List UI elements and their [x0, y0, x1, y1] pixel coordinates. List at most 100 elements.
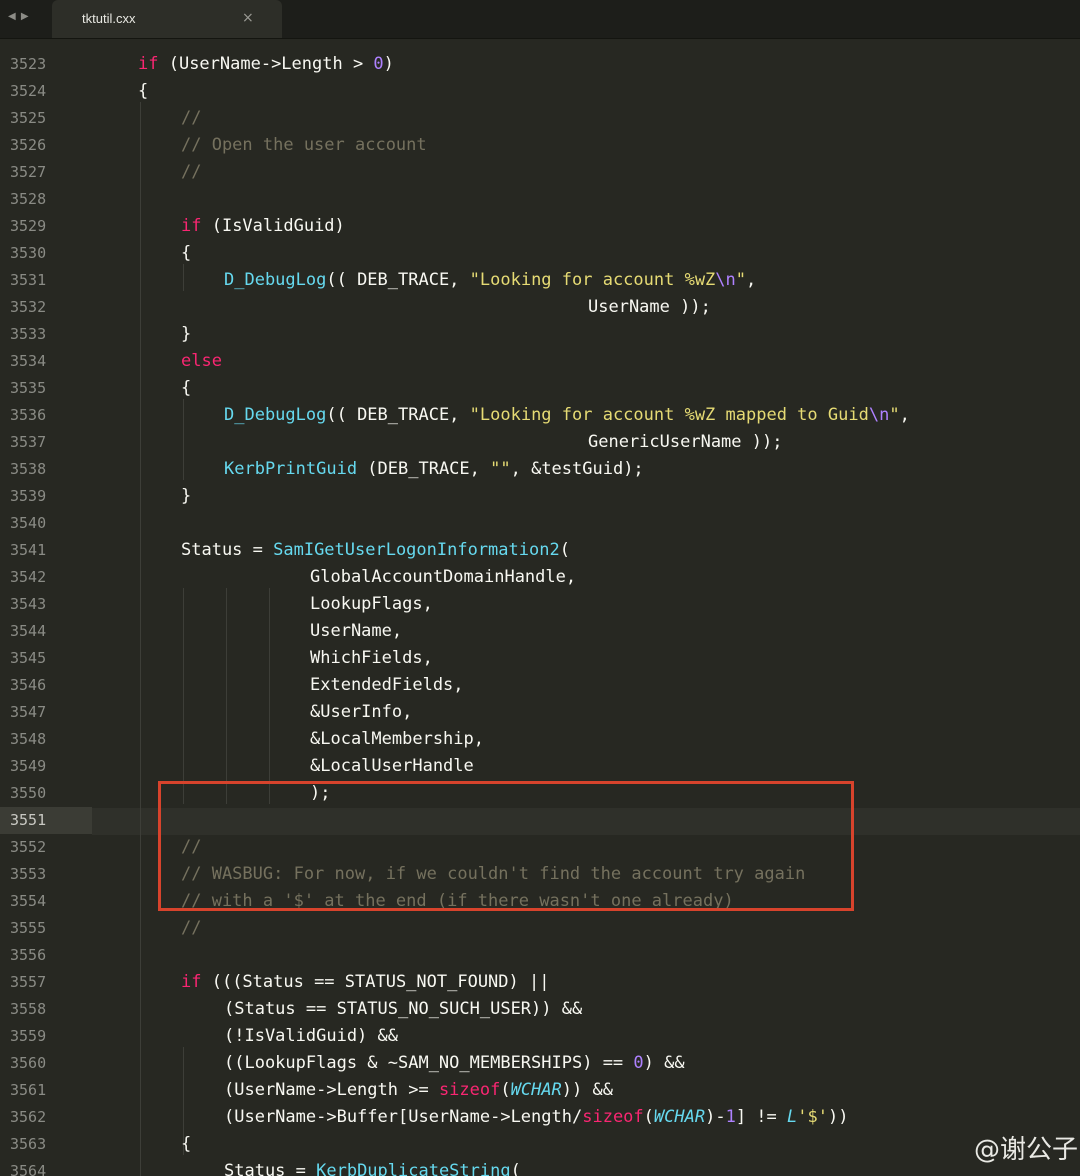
- code-text: , &testGuid);: [510, 459, 644, 479]
- line-number: 3536: [10, 406, 47, 424]
- function-name: D_DebugLog: [224, 405, 327, 425]
- code-line-3529: if (IsValidGuid): [181, 213, 345, 240]
- code-line-3549: &LocalUserHandle: [310, 756, 474, 776]
- code-line-3559: (!IsValidGuid) &&: [224, 1026, 398, 1046]
- line-number: 3535: [10, 379, 47, 397]
- line-number: 3553: [10, 865, 47, 883]
- function-name: SamIGetUserLogonInformation2: [273, 540, 560, 560]
- number-literal: 0: [633, 1053, 644, 1073]
- line-number: 3538: [10, 460, 47, 478]
- code-line-3561: (UserName->Length >= sizeof(WCHAR)) &&: [224, 1077, 613, 1104]
- line-number: 3552: [10, 838, 47, 856]
- code-line-3560: ((LookupFlags & ~SAM_NO_MEMBERSHIPS) == …: [224, 1050, 685, 1077]
- tab-tktutil[interactable]: tktutil.cxx ×: [52, 0, 282, 38]
- code-text: ,: [746, 270, 757, 290]
- code-line-3539: }: [181, 486, 192, 506]
- code-line-3524: {: [138, 78, 148, 105]
- code-line-3541: Status = SamIGetUserLogonInformation2(: [181, 537, 570, 564]
- function-name: KerbPrintGuid: [224, 459, 358, 479]
- string-literal: "Looking for account %wZ mapped to Guid: [469, 405, 869, 425]
- code-text: ((LookupFlags & ~SAM_NO_MEMBERSHIPS) ==: [224, 1053, 634, 1073]
- code-line-3545: WhichFields,: [310, 648, 433, 668]
- line-number: 3530: [10, 244, 47, 262]
- line-number: 3534: [10, 352, 47, 370]
- code-line-3564: Status = KerbDuplicateString(: [224, 1158, 521, 1176]
- code-text: (UserName->Length >: [158, 54, 374, 74]
- escape-sequence: \n: [868, 405, 890, 425]
- line-number: 3543: [10, 595, 47, 613]
- string-literal: ": [889, 405, 900, 425]
- code-line-3530: {: [181, 243, 192, 263]
- code-text: Status =: [181, 540, 274, 560]
- brace: {: [138, 81, 149, 101]
- line-number: 3558: [10, 1000, 47, 1018]
- keyword: sizeof: [582, 1107, 644, 1127]
- code-line-3537: GenericUserName ));: [588, 432, 783, 452]
- code-line-3555: //: [181, 918, 202, 938]
- line-number-gutter: 3522 3523 3524 3525 3526 3527 3528 3529 3530 353…: [0, 39, 92, 1176]
- string-literal: "": [490, 459, 511, 479]
- code-text: (: [500, 1080, 511, 1100]
- indent-guide: [183, 588, 184, 804]
- code-line-3532: UserName ));: [588, 297, 711, 317]
- escape-sequence: \n: [715, 270, 736, 290]
- line-number: 3541: [10, 541, 47, 559]
- line-number: 3542: [10, 568, 47, 586]
- indent-guide: [183, 264, 184, 291]
- line-number: 3549: [10, 757, 47, 775]
- code-text: ) &&: [643, 1053, 685, 1073]
- code-line-3531: D_DebugLog(( DEB_TRACE, "Looking for acc…: [224, 267, 756, 294]
- line-number: 3529: [10, 217, 47, 235]
- keyword: if: [181, 972, 202, 992]
- code-line-3548: &LocalMembership,: [310, 729, 484, 749]
- line-number: 3559: [10, 1027, 47, 1045]
- close-icon[interactable]: ×: [242, 10, 254, 26]
- code-text: (UserName->Buffer[UserName->Length/: [224, 1107, 583, 1127]
- keyword: sizeof: [438, 1080, 501, 1100]
- code-editor[interactable]: 3522 3523 3524 3525 3526 3527 3528 3529 3530 353…: [0, 39, 1080, 1176]
- line-number: 3539: [10, 487, 47, 505]
- number-literal: 1: [725, 1107, 736, 1127]
- line-number: 3532: [10, 298, 47, 316]
- line-number: 3550: [10, 784, 47, 802]
- code-text: (: [510, 1161, 521, 1176]
- code-line-3536: D_DebugLog(( DEB_TRACE, "Looking for acc…: [224, 402, 910, 429]
- function-name: D_DebugLog: [224, 270, 327, 290]
- line-number: 3531: [10, 271, 47, 289]
- code-line-3538: KerbPrintGuid (DEB_TRACE, "", &testGuid)…: [224, 456, 644, 483]
- type-name: WCHAR: [510, 1080, 562, 1100]
- tab-nav-arrows-icon[interactable]: ◀ ▶: [8, 11, 30, 22]
- code-text: ,: [899, 405, 910, 425]
- line-number: 3551: [0, 807, 92, 834]
- code-line-3523: if (UserName->Length > 0): [138, 51, 394, 78]
- line-number: 3563: [10, 1135, 47, 1153]
- line-number: 3564: [10, 1162, 47, 1176]
- code-line-3562: (UserName->Buffer[UserName->Length/sizeo…: [224, 1104, 848, 1131]
- line-number: 3556: [10, 946, 47, 964]
- code-text: )) &&: [561, 1080, 613, 1100]
- line-number: 3528: [10, 190, 47, 208]
- code-text: ): [383, 54, 394, 74]
- code-line-3525: //: [181, 108, 202, 128]
- line-number: 3544: [10, 622, 47, 640]
- code-line-3535: {: [181, 378, 192, 398]
- line-number: 3561: [10, 1081, 47, 1099]
- code-text: Status =: [224, 1161, 317, 1176]
- code-text: )-: [705, 1107, 726, 1127]
- string-literal: ": [735, 270, 747, 290]
- type-name: L: [787, 1107, 798, 1127]
- code-line-3534: else: [181, 351, 222, 371]
- code-line-3526: // Open the user account: [181, 135, 427, 155]
- code-line-3563: {: [181, 1134, 192, 1154]
- line-number: 3547: [10, 703, 47, 721]
- code-line-3558: (Status == STATUS_NO_SUCH_USER)) &&: [224, 999, 583, 1019]
- line-number: 3526: [10, 136, 47, 154]
- code-text: ] !=: [735, 1107, 788, 1127]
- indent-guide: [140, 102, 141, 1176]
- line-number: 3545: [10, 649, 47, 667]
- code-text: (: [643, 1107, 654, 1127]
- line-number: 3523: [10, 55, 47, 73]
- type-name: WCHAR: [653, 1107, 706, 1127]
- code-text: (( DEB_TRACE,: [326, 270, 470, 290]
- code-area[interactable]: if (UserName->Length > 0) { // // Open t…: [92, 39, 1080, 1176]
